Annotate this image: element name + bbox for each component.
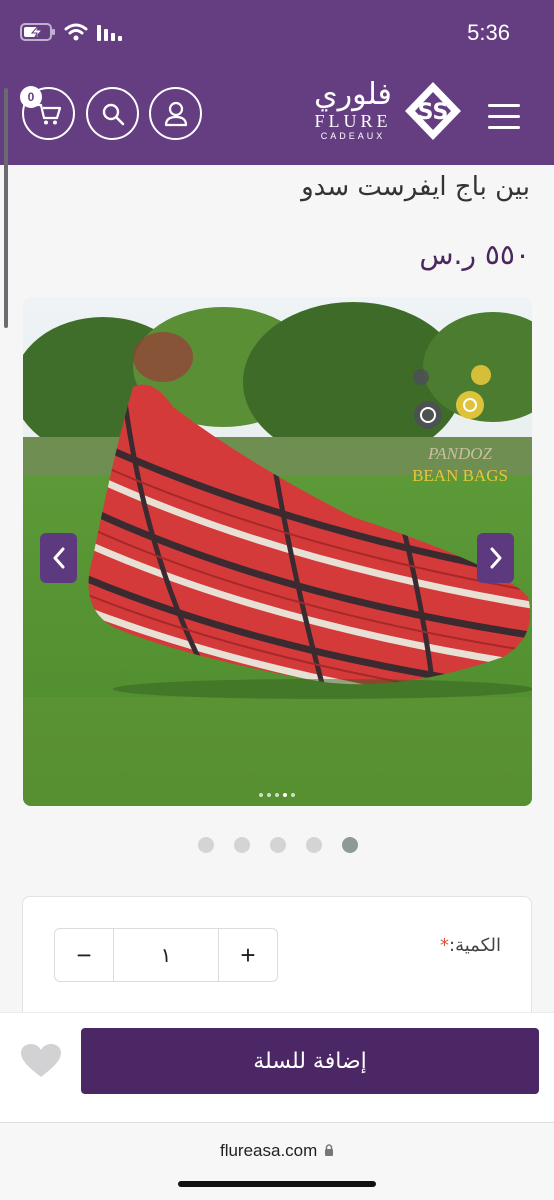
lock-icon [325, 1144, 334, 1156]
search-button[interactable] [86, 87, 139, 140]
cart-icon [36, 103, 61, 124]
battery-charging-icon [20, 23, 55, 41]
app-header: 5:36 0 فلوري FLURE CADEAUX SS [0, 0, 554, 165]
heart-icon [21, 1044, 61, 1077]
hamburger-icon-line [488, 126, 520, 129]
cart-count-badge: 0 [20, 86, 42, 108]
user-icon [164, 101, 187, 126]
pagination-dot-active[interactable] [342, 837, 358, 853]
bottom-action-bar: إضافة للسلة [0, 1012, 554, 1122]
required-mark: * [440, 935, 450, 956]
product-title: بين باج ايفرست سدو [301, 172, 530, 202]
quantity-card: الكمية:* − ١ + [22, 896, 532, 1026]
quantity-stepper: − ١ + [54, 928, 278, 982]
chevron-left-icon [53, 547, 64, 569]
signal-icon [97, 25, 122, 41]
svg-text:SS: SS [418, 100, 449, 125]
quantity-label: الكمية:* [440, 935, 501, 956]
gallery-pagination [198, 837, 358, 853]
home-indicator[interactable] [178, 1181, 376, 1187]
logo-arabic: فلوري [314, 77, 392, 112]
chevron-right-icon [490, 547, 501, 569]
logo-english: FLURE [314, 111, 392, 131]
browser-bar: flureasa.com [0, 1122, 554, 1200]
scrollbar[interactable] [4, 88, 8, 328]
hamburger-icon-line [488, 104, 520, 107]
watermark-line-2: BEAN BAGS [412, 466, 508, 485]
product-image[interactable]: PANDOZ BEAN BAGS [23, 297, 532, 806]
pagination-dot[interactable] [234, 837, 250, 853]
quantity-label-text: الكمية: [449, 935, 501, 956]
wishlist-button[interactable] [20, 1043, 62, 1079]
status-time: 5:36 [467, 20, 510, 45]
add-to-cart-button[interactable]: إضافة للسلة [81, 1028, 539, 1094]
account-button[interactable] [149, 87, 202, 140]
hamburger-icon-line [488, 115, 520, 118]
gallery-prev-button[interactable] [40, 533, 77, 583]
search-icon [102, 103, 124, 125]
logo-subtitle: CADEAUX [320, 131, 386, 141]
watermark-line-1: PANDOZ [428, 444, 492, 463]
menu-button[interactable] [488, 104, 524, 134]
increase-quantity-button[interactable]: + [219, 929, 277, 981]
status-icons [20, 22, 122, 42]
quantity-input[interactable]: ١ [113, 929, 219, 981]
url-text: flureasa.com [219, 1141, 318, 1160]
decrease-quantity-button[interactable]: − [55, 929, 113, 981]
url-bar[interactable]: flureasa.com [0, 1141, 554, 1161]
pagination-dot[interactable] [270, 837, 286, 853]
image-watermark: PANDOZ BEAN BAGS [395, 443, 525, 487]
pagination-dot[interactable] [306, 837, 322, 853]
wifi-icon [64, 23, 88, 41]
brand-logo[interactable]: فلوري FLURE CADEAUX SS [307, 78, 467, 148]
gallery-next-button[interactable] [477, 533, 514, 583]
pagination-dot[interactable] [198, 837, 214, 853]
logo-emblem-icon: SS [405, 82, 461, 140]
product-price: ٥٥٠ ر.س [419, 238, 530, 271]
